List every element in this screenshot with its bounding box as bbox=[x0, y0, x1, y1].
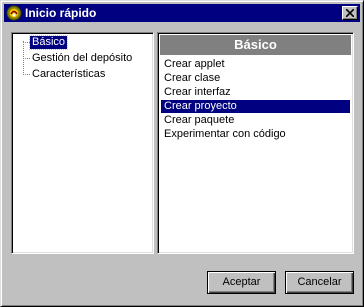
tree-item[interactable]: Características bbox=[30, 68, 107, 81]
list-item[interactable]: Experimentar con código bbox=[161, 128, 350, 141]
tree-item[interactable]: Gestión del depósito bbox=[30, 52, 134, 65]
list-item[interactable]: Crear applet bbox=[161, 58, 350, 71]
action-list[interactable]: Básico Crear applet Crear clase Crear inte… bbox=[157, 32, 354, 254]
title-bar[interactable]: Inicio rápido bbox=[4, 4, 360, 22]
cancel-button[interactable]: Cancelar bbox=[285, 271, 354, 294]
tree-connector bbox=[23, 41, 24, 73]
list-item[interactable]: Crear proyecto bbox=[161, 100, 350, 113]
category-tree[interactable]: Básico Gestión del depósito Característica… bbox=[11, 32, 154, 254]
close-button[interactable] bbox=[342, 6, 358, 20]
close-icon bbox=[346, 9, 354, 17]
dialog-title: Inicio rápido bbox=[25, 6, 97, 20]
list-item[interactable]: Crear clase bbox=[161, 72, 350, 85]
list-item[interactable]: Crear interfaz bbox=[161, 86, 350, 99]
tree-item[interactable]: Básico bbox=[28, 35, 69, 50]
tree-connector bbox=[23, 58, 30, 59]
quick-start-dialog: Inicio rápido Básico Gestión del depósito… bbox=[0, 0, 364, 307]
tree-connector bbox=[23, 74, 30, 75]
java-app-icon bbox=[6, 5, 22, 21]
list-item[interactable]: Crear paquete bbox=[161, 114, 350, 127]
list-header: Básico bbox=[160, 35, 351, 55]
accept-button[interactable]: Aceptar bbox=[207, 271, 276, 294]
tree-connector bbox=[23, 42, 30, 43]
